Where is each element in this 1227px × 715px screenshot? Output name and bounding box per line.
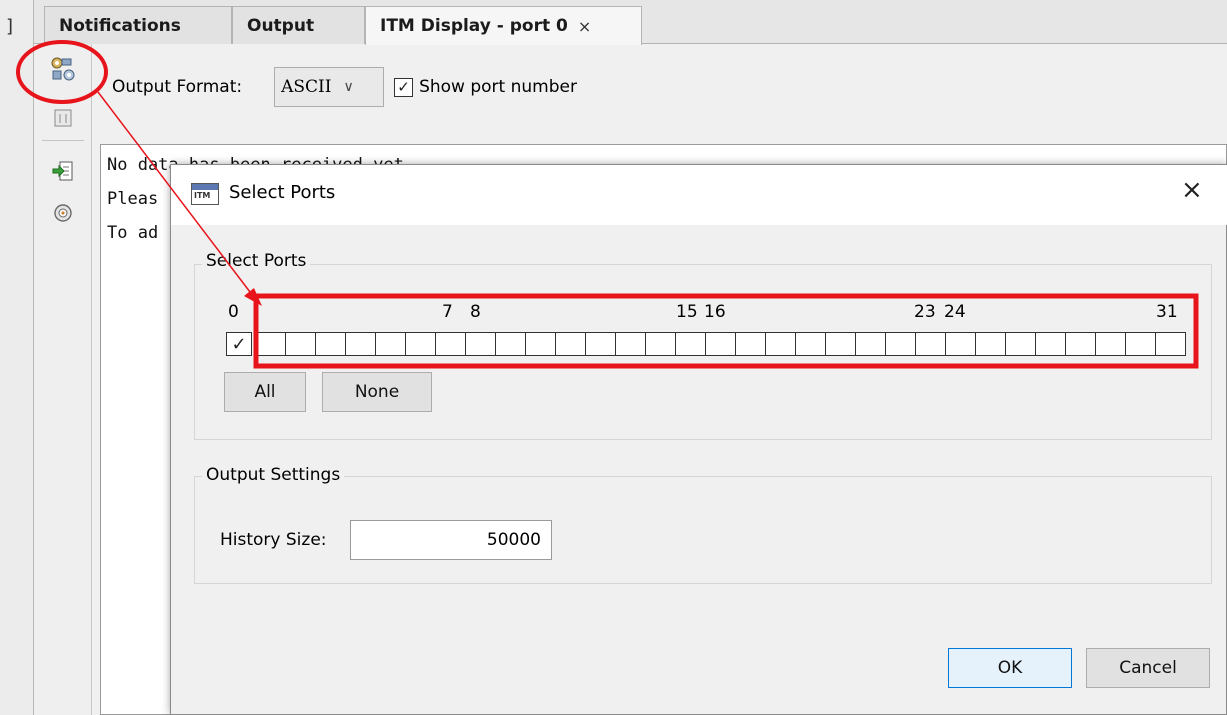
port-checkbox[interactable]: [646, 332, 676, 356]
ok-button[interactable]: OK: [948, 648, 1072, 688]
export-icon[interactable]: [48, 156, 78, 186]
cancel-button[interactable]: Cancel: [1086, 648, 1210, 688]
output-format-row: Output Format: ASCII ∨ ✓ Show port numbe…: [112, 66, 577, 108]
port-checkbox[interactable]: [1126, 332, 1156, 356]
show-port-number-label: Show port number: [419, 77, 577, 97]
port-checkbox[interactable]: [496, 332, 526, 356]
port-checkbox[interactable]: [1066, 332, 1096, 356]
port-checkbox[interactable]: [1096, 332, 1126, 356]
port-number-labels: 0 7 8 15 16 23 24 31: [228, 302, 1188, 326]
port-label: 8: [470, 302, 481, 322]
left-panel-edge: ]: [0, 0, 34, 715]
port-label: 16: [704, 302, 726, 322]
cancel-label: Cancel: [1119, 658, 1177, 678]
port-checkbox[interactable]: [436, 332, 466, 356]
close-icon[interactable]: ×: [1181, 175, 1203, 205]
port-label: 24: [944, 302, 966, 322]
select-none-button[interactable]: None: [322, 372, 432, 412]
port-checkbox[interactable]: [316, 332, 346, 356]
show-port-number-checkbox[interactable]: ✓: [394, 77, 414, 97]
dialog-title-bar: ITM Select Ports ×: [171, 165, 1227, 225]
port-checkbox[interactable]: [826, 332, 856, 356]
port-checkbox[interactable]: [286, 332, 316, 356]
port-checkbox[interactable]: [256, 332, 286, 356]
tab-notifications[interactable]: Notifications: [44, 6, 232, 44]
output-line: To ad: [107, 223, 159, 243]
select-all-label: All: [254, 382, 276, 402]
port-checkbox[interactable]: [676, 332, 706, 356]
tab-output[interactable]: Output: [232, 6, 365, 44]
history-size-label: History Size:: [220, 530, 327, 550]
port-checkbox[interactable]: ✓: [226, 332, 252, 356]
port-checkbox[interactable]: [1156, 332, 1186, 356]
port-checkbox[interactable]: [856, 332, 886, 356]
tab-bar: Notifications Output ITM Display - port …: [34, 0, 1227, 45]
port-label: 23: [914, 302, 936, 322]
history-size-value: 50000: [486, 530, 541, 550]
port-checkbox[interactable]: [886, 332, 916, 356]
port-label: 0: [228, 302, 239, 322]
port-checkbox[interactable]: [916, 332, 946, 356]
select-ports-group-title: Select Ports: [202, 251, 311, 271]
port-checkbox-row: ✓: [226, 332, 1186, 358]
history-size-input[interactable]: 50000: [350, 520, 552, 560]
output-settings-group-title: Output Settings: [202, 465, 345, 485]
show-port-number-toggle[interactable]: ✓ Show port number: [394, 77, 577, 97]
select-none-label: None: [354, 382, 400, 402]
port-label: 7: [442, 302, 453, 322]
output-line: Pleas: [107, 189, 159, 209]
itm-icon-label: ITM: [194, 191, 211, 200]
port-checkbox[interactable]: [466, 332, 496, 356]
select-all-button[interactable]: All: [224, 372, 306, 412]
port-checkbox[interactable]: [796, 332, 826, 356]
tab-label: Notifications: [59, 15, 181, 36]
port-checkbox[interactable]: [736, 332, 766, 356]
port-checkbox[interactable]: [1006, 332, 1036, 356]
port-checkbox[interactable]: [526, 332, 556, 356]
tab-itm-display[interactable]: ITM Display - port 0 ×: [365, 6, 642, 45]
chevron-down-icon: ∨: [343, 79, 354, 95]
tab-label: Output: [247, 15, 315, 36]
tab-label: ITM Display - port 0: [380, 16, 568, 36]
port-checkbox[interactable]: [376, 332, 406, 356]
toolbar-divider: [42, 140, 84, 141]
ok-label: OK: [997, 658, 1023, 678]
output-format-select[interactable]: ASCII ∨: [274, 67, 385, 107]
port-label: 15: [676, 302, 698, 322]
port-checkbox[interactable]: [556, 332, 586, 356]
clear-icon[interactable]: [48, 102, 78, 132]
port-checkbox[interactable]: [946, 332, 976, 356]
configure-ports-icon[interactable]: [48, 54, 78, 84]
port-checkbox[interactable]: [616, 332, 646, 356]
itm-icon: ITM: [191, 183, 219, 205]
port-checkbox[interactable]: [766, 332, 796, 356]
port-label: 31: [1156, 302, 1178, 322]
dialog-title: Select Ports: [229, 182, 336, 203]
left-bracket: ]: [6, 16, 14, 37]
output-format-label: Output Format:: [112, 77, 243, 97]
port-checkbox[interactable]: [406, 332, 436, 356]
port-checkbox[interactable]: [1036, 332, 1066, 356]
itm-toolbar: [34, 44, 92, 715]
port-checkbox[interactable]: [706, 332, 736, 356]
port-checkbox[interactable]: [976, 332, 1006, 356]
itm-icon-bar: [192, 184, 218, 190]
output-format-value: ASCII: [281, 77, 332, 97]
output-settings-group: [194, 476, 1212, 584]
tab-close-icon[interactable]: ×: [578, 17, 591, 36]
port-checkbox[interactable]: [346, 332, 376, 356]
port-checkbox[interactable]: [586, 332, 616, 356]
timestamp-icon[interactable]: [48, 198, 78, 228]
